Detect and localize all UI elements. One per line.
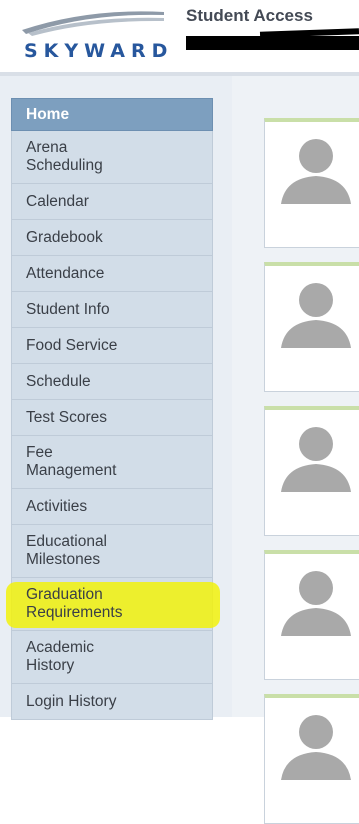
sidebar-item-label-line: Food Service xyxy=(26,337,118,354)
sidebar-item-label-line: Scheduling xyxy=(26,157,103,174)
sidebar-item-label-line: Academic xyxy=(26,639,95,656)
sidebar-item-label: Student Info xyxy=(26,300,110,319)
logo-text: SKYWARD xyxy=(24,40,174,62)
sidebar-nav: Home Arena Scheduling Calendar Gradebook Atte… xyxy=(6,98,220,720)
sidebar-item-label-line: Login History xyxy=(26,693,117,710)
sidebar-item-student-info[interactable]: Student Info xyxy=(11,292,213,328)
sidebar-item-label-line: Fee xyxy=(26,444,53,461)
student-card[interactable] xyxy=(264,550,359,680)
sidebar-item-label: Calendar xyxy=(26,192,89,211)
sidebar-item-label-line: Schedule xyxy=(26,373,91,390)
sidebar-item-label: Gradebook xyxy=(26,228,103,247)
sidebar-item-label-line: Management xyxy=(26,462,117,479)
header: SKYWARD Student Access xyxy=(0,0,359,72)
redaction-mark xyxy=(186,36,359,50)
sidebar-item-label-line: History xyxy=(26,657,75,674)
sidebar-item-label: Fee Management xyxy=(26,444,116,480)
sidebar-item-label-line: Requirements xyxy=(26,604,123,621)
sidebar-item-academic-history[interactable]: Academic History xyxy=(11,631,213,684)
sidebar-item-gradebook[interactable]: Gradebook xyxy=(11,220,213,256)
sidebar-item-calendar[interactable]: Calendar xyxy=(11,184,213,220)
sidebar-item-test-scores[interactable]: Test Scores xyxy=(11,400,213,436)
sidebar-item-label-line: Calendar xyxy=(26,193,89,210)
sidebar-item-food-service[interactable]: Food Service xyxy=(11,328,213,364)
sidebar-item-label-line: Graduation xyxy=(26,586,103,603)
sidebar-item-label: Login History xyxy=(26,692,116,711)
student-card[interactable] xyxy=(264,406,359,536)
student-card[interactable] xyxy=(264,118,359,248)
sidebar-item-label-line: Attendance xyxy=(26,265,105,282)
sidebar-item-fee-management[interactable]: Fee Management xyxy=(11,436,213,489)
sidebar-item-educational-milestones[interactable]: Educational Milestones xyxy=(11,525,213,578)
student-card[interactable] xyxy=(264,262,359,392)
sidebar-item-activities[interactable]: Activities xyxy=(11,489,213,525)
person-silhouette-icon xyxy=(273,564,359,636)
sidebar-item-home[interactable]: Home xyxy=(11,98,213,131)
sidebar-item-label: Test Scores xyxy=(26,408,107,427)
sidebar-item-label-line: Arena xyxy=(26,139,68,156)
sidebar-item-label: Schedule xyxy=(26,372,91,391)
sidebar-item-label: Arena Scheduling xyxy=(26,139,103,175)
sidebar-item-arena-scheduling[interactable]: Arena Scheduling xyxy=(11,131,213,184)
sidebar-item-label: Attendance xyxy=(26,264,104,283)
sidebar-item-label-line: Educational xyxy=(26,533,108,550)
person-silhouette-icon xyxy=(273,708,359,780)
sidebar-item-label-line: Gradebook xyxy=(26,229,103,246)
logo-swoosh-icon xyxy=(22,11,164,36)
sidebar-item-login-history[interactable]: Login History xyxy=(11,684,213,720)
sidebar-item-label-line: Home xyxy=(26,106,70,123)
app-title: Student Access xyxy=(186,6,313,25)
sidebar-item-label: Home xyxy=(26,105,69,124)
sidebar-item-label: Activities xyxy=(26,497,87,516)
sidebar-item-label-line: Milestones xyxy=(26,551,101,568)
sidebar-item-graduation-requirements[interactable]: Graduation Requirements xyxy=(6,578,220,631)
skyward-logo[interactable]: SKYWARD xyxy=(10,6,170,66)
sidebar-item-label-line: Test Scores xyxy=(26,409,107,426)
sidebar-item-label: Academic History xyxy=(26,639,94,675)
sidebar-item-label: Graduation Requirements xyxy=(26,586,123,622)
sidebar-item-label-line: Activities xyxy=(26,498,88,515)
person-silhouette-icon xyxy=(273,132,359,204)
sidebar-item-schedule[interactable]: Schedule xyxy=(11,364,213,400)
sidebar-item-label: Educational Milestones xyxy=(26,533,107,569)
student-card[interactable] xyxy=(264,694,359,824)
sidebar-item-label-line: Student Info xyxy=(26,301,110,318)
sidebar-item-label: Food Service xyxy=(26,336,117,355)
person-silhouette-icon xyxy=(273,276,359,348)
person-silhouette-icon xyxy=(273,420,359,492)
sidebar-item-attendance[interactable]: Attendance xyxy=(11,256,213,292)
